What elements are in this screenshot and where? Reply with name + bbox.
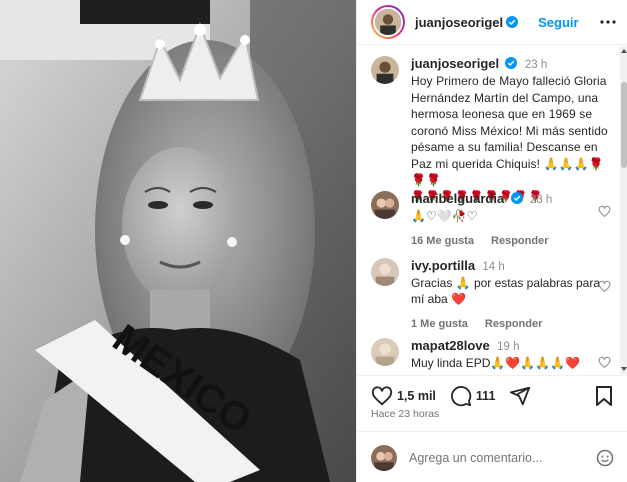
author-avatar-ring[interactable] [371, 5, 405, 39]
comments-section[interactable]: juanjoseorigel 23 h Hoy Primero de Mayo … [357, 46, 627, 374]
reply-button[interactable]: Responder [485, 318, 542, 330]
comment-time: 19 h [497, 341, 520, 353]
follow-button[interactable]: Seguir [538, 15, 578, 30]
post-image: MEXICO [0, 0, 356, 482]
comment-time: 14 h [482, 261, 505, 273]
post-side-panel: juanjoseorigel Seguir juanjoseorigel 23 … [356, 0, 627, 482]
comment-item: ivy.portilla 14 h Gracias 🙏 por estas pa… [371, 258, 611, 332]
bookmark-save-icon[interactable] [594, 385, 614, 407]
comment-username[interactable]: mapat28love [411, 338, 490, 353]
verified-badge-icon [506, 16, 519, 28]
verified-badge-icon [505, 57, 518, 69]
more-options-icon[interactable] [598, 12, 618, 32]
comment-avatar[interactable] [371, 191, 399, 219]
add-comment-bar [357, 431, 627, 482]
add-comment-input[interactable] [409, 450, 589, 465]
comment-avatar[interactable] [371, 258, 399, 286]
comment-time: 23 h [529, 194, 553, 206]
scrollbar-thumb[interactable] [621, 82, 627, 168]
post-time-ago: Hace 23 horas [371, 408, 440, 420]
caption-avatar[interactable] [371, 56, 399, 84]
emoji-picker-icon[interactable] [596, 449, 614, 467]
comment-text: Gracias 🙏 por estas palabras para mí aba… [411, 276, 601, 306]
post-photo: MEXICO [0, 0, 356, 482]
comment-like-heart-icon[interactable] [598, 356, 611, 369]
author-username[interactable]: juanjoseorigel [415, 15, 503, 30]
comment-likes-count[interactable]: 1 Me gusta [411, 318, 468, 330]
comment-text: 🙏♡🤍🥀♡ [411, 209, 478, 223]
verified-badge-icon [510, 192, 523, 204]
comment-item: mapat28love 19 h Muy linda EPD🙏❤️🙏🙏🙏❤️ [371, 338, 611, 371]
caption-text: Hoy Primero de Mayo falleció Gloria Hern… [411, 74, 608, 187]
scroll-down-arrow-icon[interactable] [621, 367, 627, 371]
current-user-avatar [371, 444, 397, 471]
comment-likes-count[interactable]: 16 Me gusta [411, 235, 474, 247]
caption-block: juanjoseorigel 23 h Hoy Primero de Mayo … [371, 56, 611, 205]
comment-item: maribelguardia 23 h 🙏♡🤍🥀♡ 16 Me gusta Re… [371, 191, 611, 249]
caption-username[interactable]: juanjoseorigel [411, 56, 499, 71]
comments-count[interactable]: 111 [476, 389, 495, 403]
comment-username[interactable]: ivy.portilla [411, 258, 475, 273]
likes-count[interactable]: 1,5 mil [397, 389, 436, 403]
scroll-up-arrow-icon[interactable] [621, 49, 627, 53]
comment-avatar[interactable] [371, 338, 399, 366]
reply-button[interactable]: Responder [491, 235, 548, 247]
share-send-icon[interactable] [509, 385, 531, 407]
comment-like-heart-icon[interactable] [598, 205, 611, 218]
comment-username[interactable]: maribelguardia [411, 191, 504, 206]
comment-like-heart-icon[interactable] [598, 280, 611, 293]
comment-text: Muy linda EPD🙏❤️🙏🙏🙏❤️ [411, 356, 581, 370]
post-actions: 1,5 mil 111 Hace 23 horas [357, 375, 627, 482]
comments-scrollbar[interactable] [620, 46, 627, 374]
post-header: juanjoseorigel Seguir [357, 0, 627, 45]
caption-time: 23 h [524, 59, 548, 71]
like-heart-icon[interactable] [371, 385, 393, 407]
comment-bubble-icon[interactable] [450, 385, 472, 407]
author-avatar[interactable] [373, 7, 403, 37]
